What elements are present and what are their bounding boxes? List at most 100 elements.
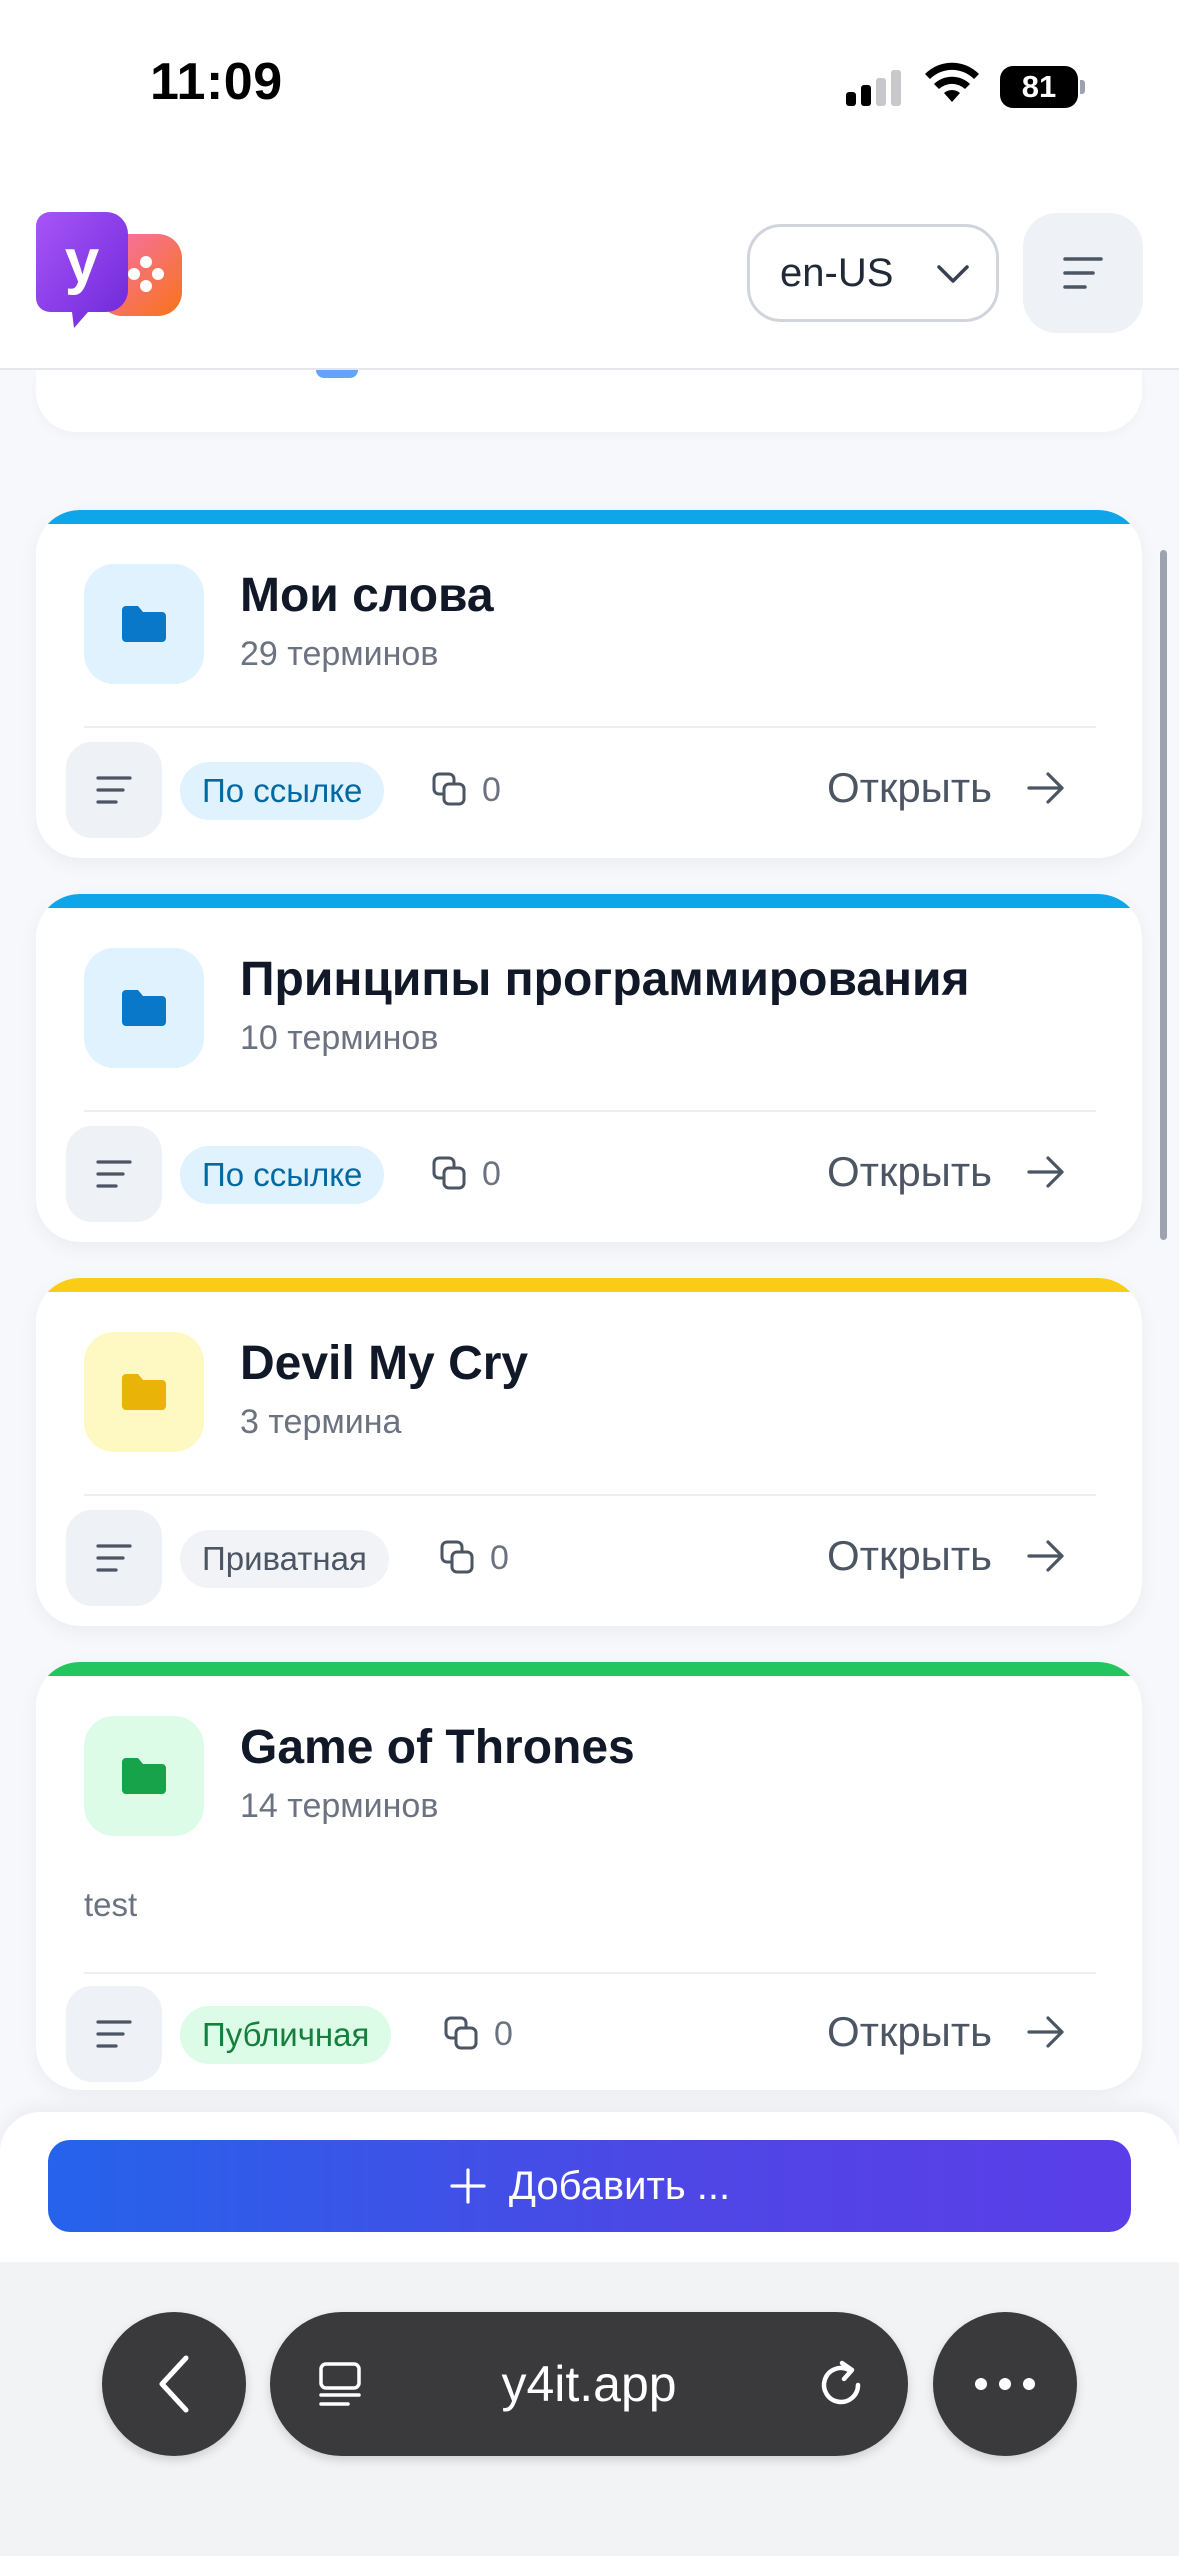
folder-icon-box	[84, 564, 204, 684]
folder-icon	[122, 606, 166, 642]
card-footer: По ссылке 0 Открыть	[36, 740, 1142, 840]
address-bar[interactable]: y4it.app	[270, 2312, 908, 2456]
app-header: y en-US	[0, 170, 1179, 370]
card-accent-bar	[36, 510, 1142, 524]
browser-toolbar: y4it.app	[0, 2262, 1179, 2556]
collection-description: test	[84, 1886, 138, 1923]
card-accent-bar	[36, 1662, 1142, 1676]
copies-value: 0	[490, 1538, 509, 1577]
card-divider	[84, 726, 1096, 728]
copy-icon	[432, 772, 466, 806]
status-bar: 11:09 81	[0, 0, 1179, 170]
collection-title[interactable]: Мои слова	[240, 568, 494, 623]
wifi-icon	[925, 62, 979, 102]
collection-title[interactable]: Game of Thrones	[240, 1720, 635, 1775]
collection-title[interactable]: Принципы программирования	[240, 952, 970, 1007]
language-value: en-US	[780, 250, 894, 295]
visibility-badge: По ссылке	[180, 1146, 385, 1204]
card-menu-button[interactable]	[66, 1510, 162, 1606]
more-icon	[975, 2378, 1035, 2390]
card-menu-button[interactable]	[66, 1126, 162, 1222]
arrow-right-icon	[1027, 772, 1064, 804]
plus-icon	[450, 2168, 486, 2204]
card-divider	[84, 1972, 1096, 1974]
collection-card[interactable]: Принципы программирования 10 терминов По…	[36, 894, 1142, 1242]
add-button-label: Добавить ...	[508, 2163, 731, 2208]
copies-value: 0	[482, 770, 501, 809]
arrow-right-icon	[1027, 1156, 1064, 1188]
folder-icon	[122, 1758, 166, 1794]
battery-level: 81	[1021, 69, 1057, 104]
card-footer: Приватная 0 Открыть	[36, 1508, 1142, 1608]
scrollbar[interactable]	[1160, 550, 1167, 1240]
visibility-badge: По ссылке	[180, 762, 385, 820]
chevron-left-icon	[159, 2355, 189, 2413]
card-accent-bar	[36, 894, 1142, 908]
collection-term-count: 29 терминов	[240, 635, 439, 673]
add-button[interactable]: Добавить ...	[48, 2140, 1131, 2232]
card-menu-button[interactable]	[66, 742, 162, 838]
url-text: y4it.app	[501, 2356, 677, 2412]
open-label: Открыть	[827, 1148, 992, 1195]
copies-count: 0	[430, 770, 501, 810]
copies-count: 0	[430, 1154, 501, 1194]
language-select[interactable]: en-US	[747, 224, 999, 322]
status-time: 11:09	[150, 53, 283, 111]
card-divider	[84, 1494, 1096, 1496]
copy-icon	[444, 2016, 478, 2050]
collection-title[interactable]: Devil My Cry	[240, 1336, 528, 1391]
folder-icon-box	[84, 1716, 204, 1836]
open-label: Открыть	[827, 2008, 992, 2055]
add-bar: Добавить ...	[0, 2112, 1179, 2262]
arrow-right-icon	[1027, 1540, 1064, 1572]
card-accent-bar	[36, 1278, 1142, 1292]
open-collection-link[interactable]: Открыть	[827, 1148, 1066, 1196]
open-label: Открыть	[827, 764, 992, 811]
menu-icon	[96, 776, 132, 804]
copies-count: 0	[438, 1538, 509, 1578]
collection-card[interactable]: Devil My Cry 3 термина Приватная 0 Откры…	[36, 1278, 1142, 1626]
collection-card[interactable]: Мои слова 29 терминов По ссылке 0 Открыт…	[36, 510, 1142, 858]
collection-card[interactable]: Game of Thrones 14 терминов test Публичн…	[36, 1662, 1142, 2090]
menu-icon	[96, 2020, 132, 2048]
open-collection-link[interactable]: Открыть	[827, 1532, 1066, 1580]
battery-indicator: 81	[1000, 66, 1085, 108]
folder-icon-box	[84, 1332, 204, 1452]
collection-term-count: 3 термина	[240, 1403, 402, 1441]
arrow-right-icon	[1027, 2016, 1064, 2048]
app-logo[interactable]: y	[36, 212, 186, 332]
folder-icon	[122, 990, 166, 1026]
reload-icon[interactable]	[814, 2358, 868, 2412]
collection-term-count: 10 терминов	[240, 1019, 439, 1057]
open-collection-link[interactable]: Открыть	[827, 2008, 1066, 2056]
main-menu-button[interactable]	[1023, 213, 1143, 333]
card-menu-button[interactable]	[66, 1986, 162, 2082]
cellular-signal-icon	[846, 70, 901, 106]
menu-icon	[1063, 257, 1103, 289]
previous-card-element	[316, 370, 358, 378]
card-divider	[84, 1110, 1096, 1112]
visibility-badge: Публичная	[180, 2006, 392, 2064]
menu-icon	[96, 1544, 132, 1572]
back-button[interactable]	[102, 2312, 246, 2456]
open-collection-link[interactable]: Открыть	[827, 764, 1066, 812]
copy-icon	[432, 1156, 466, 1190]
more-button[interactable]	[933, 2312, 1077, 2456]
card-footer: По ссылке 0 Открыть	[36, 1124, 1142, 1224]
open-label: Открыть	[827, 1532, 992, 1579]
collection-term-count: 14 терминов	[240, 1787, 439, 1825]
folder-icon-box	[84, 948, 204, 1068]
card-footer: Публичная 0 Открыть	[36, 1984, 1142, 2084]
previous-card-edge	[36, 370, 1142, 432]
folder-icon	[122, 1374, 166, 1410]
logo-letter: y	[65, 227, 100, 296]
chevron-down-icon	[937, 265, 969, 283]
copies-value: 0	[482, 1154, 501, 1193]
menu-icon	[96, 1160, 132, 1188]
visibility-badge: Приватная	[180, 1530, 389, 1588]
copy-icon	[440, 1540, 474, 1574]
copies-value: 0	[494, 2014, 513, 2053]
page-menu-icon	[319, 2362, 361, 2406]
page: 11:09 81 y en-US Мои слова 29 терминов П…	[0, 0, 1179, 2556]
copies-count: 0	[442, 2014, 513, 2054]
